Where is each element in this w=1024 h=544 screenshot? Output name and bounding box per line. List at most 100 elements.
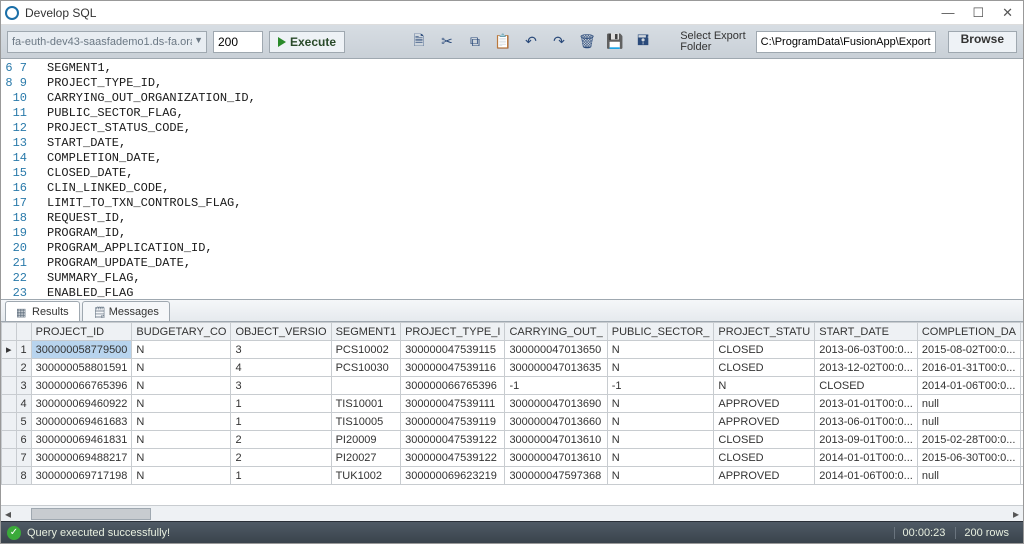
table-cell[interactable] (331, 377, 401, 395)
table-cell[interactable]: 300000066765396 (31, 377, 132, 395)
table-cell[interactable]: null (917, 395, 1020, 413)
table-cell[interactable]: null (1020, 467, 1023, 485)
table-cell[interactable]: 2014-01-06T00:0... (815, 467, 918, 485)
table-row[interactable]: 6300000069461831N2PI20009300000047539122… (2, 431, 1024, 449)
table-cell[interactable]: 300000069461683 (31, 413, 132, 431)
browse-button[interactable]: Browse (948, 31, 1017, 53)
table-cell[interactable]: PCS10030 (331, 359, 401, 377)
table-cell[interactable]: N (607, 413, 714, 431)
table-cell[interactable]: CLOSED (815, 377, 918, 395)
table-cell[interactable]: 300000058779500 (31, 341, 132, 359)
table-cell[interactable]: CLOSED (714, 359, 815, 377)
table-cell[interactable]: 2016-04-12T00:0... (1020, 449, 1023, 467)
table-row[interactable]: 7300000069488217N2PI20027300000047539122… (2, 449, 1024, 467)
table-cell[interactable]: 300000047597368 (505, 467, 607, 485)
table-cell[interactable]: 300000069717198 (31, 467, 132, 485)
table-cell[interactable]: 2016-03-11T00:0... (1020, 359, 1023, 377)
table-cell[interactable]: 2 (231, 449, 331, 467)
editor-code[interactable]: SEGMENT1, PROJECT_TYPE_ID, CARRYING_OUT_… (33, 59, 256, 299)
table-cell[interactable]: 300000047013610 (505, 449, 607, 467)
table-cell[interactable]: 300000069488217 (31, 449, 132, 467)
table-cell[interactable]: null (917, 467, 1020, 485)
cut-icon[interactable]: ✂ (439, 34, 455, 50)
table-cell[interactable]: 2013-06-03T00:0... (815, 341, 918, 359)
table-cell[interactable]: 300000069461831 (31, 431, 132, 449)
table-cell[interactable]: CLOSED (714, 449, 815, 467)
table-cell[interactable]: 2016-04-12T00:0... (1020, 431, 1023, 449)
table-cell[interactable]: N (132, 413, 231, 431)
table-cell[interactable]: 300000047539115 (401, 341, 505, 359)
table-row[interactable]: 4300000069460922N1TIS1000130000004753911… (2, 395, 1024, 413)
save-icon[interactable]: 💾 (607, 34, 623, 50)
table-cell[interactable]: 300000047539116 (401, 359, 505, 377)
trash-icon[interactable]: 🗑 (579, 34, 595, 50)
table-cell[interactable]: 300000069623219 (401, 467, 505, 485)
table-cell[interactable]: 300000047013635 (505, 359, 607, 377)
table-cell[interactable]: -1 (505, 377, 607, 395)
table-cell[interactable]: null (1020, 395, 1023, 413)
table-row[interactable]: 5300000069461683N1TIS1000530000004753911… (2, 413, 1024, 431)
table-cell[interactable]: 2015-02-28T00:0... (917, 431, 1020, 449)
table-cell[interactable]: 300000066765396 (401, 377, 505, 395)
table-cell[interactable]: N (607, 449, 714, 467)
table-cell[interactable]: 3 (231, 341, 331, 359)
scroll-thumb[interactable] (31, 508, 151, 520)
table-cell[interactable]: 2014-01-06T00:0... (917, 377, 1020, 395)
table-cell[interactable]: 300000047013690 (505, 395, 607, 413)
column-header[interactable]: START_DATE (815, 323, 918, 341)
new-file-icon[interactable]: 🗎 (411, 34, 427, 50)
column-header[interactable]: PUBLIC_SECTOR_ (607, 323, 714, 341)
table-cell[interactable]: CLOSED (714, 341, 815, 359)
connection-dropdown[interactable] (7, 31, 207, 53)
close-button[interactable]: ✕ (1002, 5, 1013, 21)
table-cell[interactable]: 1 (231, 413, 331, 431)
table-cell[interactable]: APPROVED (714, 467, 815, 485)
column-header[interactable]: SEGMENT1 (331, 323, 401, 341)
table-cell[interactable]: 300000047013650 (505, 341, 607, 359)
column-header[interactable]: PROJECT_TYPE_I (401, 323, 505, 341)
horizontal-scrollbar[interactable]: ◂ ▸ (1, 505, 1023, 521)
table-row[interactable]: ▸1300000058779500N3PCS100023000000475391… (2, 341, 1024, 359)
table-row[interactable]: 8300000069717198N1TUK1002300000069623219… (2, 467, 1024, 485)
table-cell[interactable]: N (132, 431, 231, 449)
table-cell[interactable]: 300000058801591 (31, 359, 132, 377)
table-cell[interactable]: 2016-01-31T00:0... (917, 359, 1020, 377)
export-folder-input[interactable] (756, 31, 936, 53)
table-cell[interactable]: N (132, 377, 231, 395)
table-cell[interactable]: N (607, 341, 714, 359)
maximize-button[interactable]: ☐ (972, 5, 984, 21)
scroll-right-icon[interactable]: ▸ (1009, 507, 1023, 521)
table-cell[interactable]: 4 (231, 359, 331, 377)
table-cell[interactable]: N (132, 467, 231, 485)
table-cell[interactable]: TIS10001 (331, 395, 401, 413)
table-cell[interactable]: 2014-01-01T00:0... (815, 449, 918, 467)
table-cell[interactable]: N (714, 377, 815, 395)
table-cell[interactable]: null (917, 413, 1020, 431)
column-header[interactable]: CARRYING_OUT_ (505, 323, 607, 341)
table-cell[interactable]: TUK1002 (331, 467, 401, 485)
table-cell[interactable]: 2015-08-02T00:0... (917, 341, 1020, 359)
results-table[interactable]: PROJECT_IDBUDGETARY_COOBJECT_VERSIOSEGME… (1, 322, 1023, 485)
paste-icon[interactable]: 📋 (495, 34, 511, 50)
table-cell[interactable]: N (607, 395, 714, 413)
table-cell[interactable]: 2013-01-01T00:0... (815, 395, 918, 413)
table-cell[interactable]: 300000069460922 (31, 395, 132, 413)
table-row[interactable]: 2300000058801591N4PCS1003030000004753911… (2, 359, 1024, 377)
table-cell[interactable]: N (607, 467, 714, 485)
table-cell[interactable]: N (132, 359, 231, 377)
column-header[interactable]: OBJECT_VERSIO (231, 323, 331, 341)
save-all-icon[interactable]: 🖬 (635, 34, 651, 50)
table-cell[interactable]: PI20027 (331, 449, 401, 467)
sql-editor[interactable]: 6 7 8 9 10 11 12 13 14 15 16 17 18 19 20… (1, 59, 1023, 299)
table-cell[interactable]: N (132, 395, 231, 413)
execute-button[interactable]: Execute (269, 31, 345, 53)
column-header[interactable]: BUDGETARY_CO (132, 323, 231, 341)
table-cell[interactable]: 3 (231, 377, 331, 395)
column-header[interactable]: CLOSED_DATE (1020, 323, 1023, 341)
undo-icon[interactable]: ↶ (523, 34, 539, 50)
table-cell[interactable]: 2013-06-01T00:0... (815, 413, 918, 431)
table-cell[interactable]: 1 (231, 395, 331, 413)
table-cell[interactable]: -1 (607, 377, 714, 395)
table-cell[interactable]: 2013-12-02T00:0... (815, 359, 918, 377)
table-cell[interactable]: N (607, 431, 714, 449)
